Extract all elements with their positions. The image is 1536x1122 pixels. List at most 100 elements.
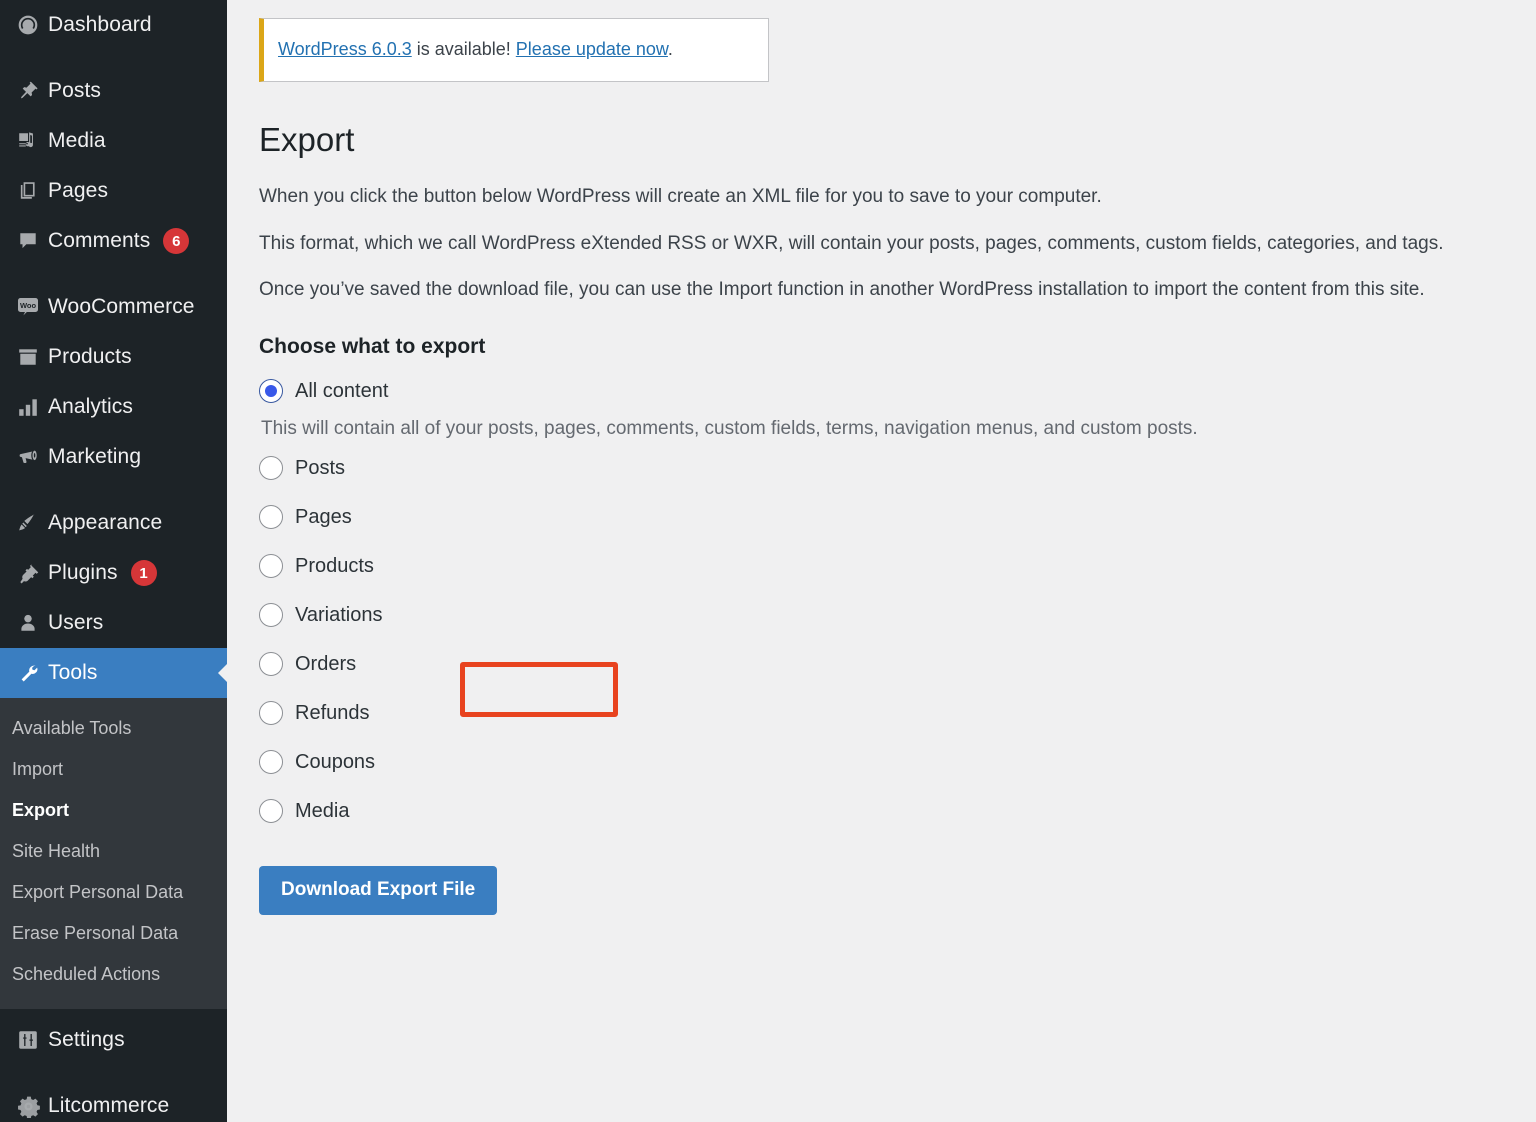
sidebar-item-plugins[interactable]: Plugins 1: [0, 548, 227, 598]
svg-text:Woo: Woo: [20, 301, 37, 310]
radio-option-media[interactable]: Media: [259, 787, 355, 836]
sidebar-separator: [0, 266, 227, 282]
sidebar-separator: [0, 50, 227, 66]
submenu-item-import[interactable]: Import: [0, 749, 227, 790]
radio-indicator: [259, 750, 283, 775]
sidebar-item-comments[interactable]: Comments 6: [0, 216, 227, 266]
sidebar-item-dashboard[interactable]: Dashboard: [0, 0, 227, 50]
sidebar-item-label: Comments: [48, 229, 151, 252]
radio-option-orders[interactable]: Orders: [259, 640, 362, 689]
radio-indicator: [259, 505, 283, 530]
sidebar-item-label: Analytics: [48, 395, 133, 418]
radio-label: Variations: [295, 603, 383, 626]
tools-icon: [8, 662, 48, 684]
admin-sidebar: Dashboard Posts Media Pages Comments 6 W…: [0, 0, 227, 1122]
choose-what-to-export-heading: Choose what to export: [259, 334, 486, 358]
submenu-item-site-health[interactable]: Site Health: [0, 831, 227, 872]
radio-option-all-content[interactable]: All content: [259, 367, 394, 416]
marketing-icon: [8, 446, 48, 468]
comment-icon: [8, 230, 48, 252]
plugins-icon: [8, 562, 48, 584]
main-content: WordPress 6.0.3 is available! Please upd…: [227, 0, 1536, 1122]
products-icon: [8, 346, 48, 368]
sidebar-item-products[interactable]: Products: [0, 332, 227, 382]
sidebar-item-label: Posts: [48, 79, 102, 102]
tools-submenu: Available Tools Import Export Site Healt…: [0, 698, 227, 1009]
export-description-2: This format, which we call WordPress eXt…: [259, 232, 1444, 254]
radio-option-posts[interactable]: Posts: [259, 444, 351, 493]
submenu-item-erase-personal-data[interactable]: Erase Personal Data: [0, 913, 227, 954]
sidebar-item-media[interactable]: Media: [0, 116, 227, 166]
radio-indicator: [259, 603, 283, 628]
radio-label: Refunds: [295, 701, 370, 724]
radio-label: Pages: [295, 505, 352, 528]
page-title: Export: [259, 120, 355, 158]
sidebar-item-label: Users: [48, 611, 104, 634]
sidebar-item-label: Marketing: [48, 445, 142, 468]
radio-option-products[interactable]: Products: [259, 542, 380, 591]
all-content-note: This will contain all of your posts, pag…: [261, 417, 1198, 439]
sidebar-separator: [0, 1065, 227, 1081]
download-export-file-button[interactable]: Download Export File: [259, 865, 498, 915]
settings-icon: [8, 1029, 48, 1051]
radio-indicator: [259, 701, 283, 726]
submenu-item-available-tools[interactable]: Available Tools: [0, 708, 227, 749]
radio-indicator: [259, 456, 283, 481]
woo-icon: Woo: [8, 295, 48, 319]
sidebar-item-woocommerce[interactable]: Woo WooCommerce: [0, 282, 227, 332]
radio-label: Products: [295, 554, 374, 577]
media-icon: [8, 130, 48, 152]
sidebar-item-appearance[interactable]: Appearance: [0, 498, 227, 548]
radio-indicator: [259, 652, 283, 677]
radio-label: Posts: [295, 456, 346, 479]
export-description-1: When you click the button below WordPres…: [259, 186, 1102, 208]
pages-icon: [8, 180, 48, 202]
submenu-item-export[interactable]: Export: [0, 790, 227, 831]
comments-count-badge: 6: [163, 228, 190, 254]
sidebar-item-label: Pages: [48, 179, 109, 202]
analytics-icon: [8, 396, 48, 418]
export-options-list: All content This will contain all of you…: [259, 367, 1536, 836]
radio-option-refunds[interactable]: Refunds: [259, 689, 376, 738]
update-notice: WordPress 6.0.3 is available! Please upd…: [259, 18, 769, 82]
sidebar-item-tools[interactable]: Tools: [0, 648, 227, 698]
sidebar-item-label: Tools: [48, 661, 98, 684]
sidebar-item-label: Products: [48, 345, 132, 368]
gear-icon: [8, 1095, 48, 1118]
radio-indicator: [259, 379, 283, 404]
radio-label: All content: [295, 379, 389, 402]
radio-label: Orders: [295, 652, 357, 675]
sidebar-item-label: Settings: [48, 1028, 125, 1051]
appearance-icon: [8, 512, 48, 534]
sidebar-item-marketing[interactable]: Marketing: [0, 432, 227, 482]
radio-option-pages[interactable]: Pages: [259, 493, 358, 542]
sidebar-item-label: Dashboard: [48, 13, 152, 36]
sidebar-item-analytics[interactable]: Analytics: [0, 382, 227, 432]
radio-label: Coupons: [295, 750, 376, 773]
submenu-item-export-personal-data[interactable]: Export Personal Data: [0, 872, 227, 913]
dashboard-icon: [8, 14, 48, 36]
sidebar-item-settings[interactable]: Settings: [0, 1015, 227, 1065]
notice-end-text: .: [667, 39, 673, 59]
radio-option-variations[interactable]: Variations: [259, 591, 388, 640]
radio-option-coupons[interactable]: Coupons: [259, 738, 381, 787]
sidebar-item-litcommerce[interactable]: Litcommerce: [0, 1081, 227, 1122]
sidebar-item-users[interactable]: Users: [0, 598, 227, 648]
sidebar-item-label: Plugins: [48, 561, 118, 584]
radio-indicator: [259, 554, 283, 579]
radio-label: Media: [295, 799, 350, 822]
users-icon: [8, 612, 48, 634]
radio-indicator: [259, 799, 283, 824]
plugins-count-badge: 1: [130, 560, 157, 586]
update-now-link[interactable]: Please update now: [516, 39, 668, 59]
sidebar-item-label: Litcommerce: [48, 1094, 170, 1117]
sidebar-item-pages[interactable]: Pages: [0, 166, 227, 216]
sidebar-item-label: Media: [48, 129, 106, 152]
sidebar-item-posts[interactable]: Posts: [0, 66, 227, 116]
export-description-3: Once you’ve saved the download file, you…: [259, 279, 1425, 301]
sidebar-item-label: WooCommerce: [48, 295, 195, 318]
wordpress-version-link[interactable]: WordPress 6.0.3: [278, 39, 412, 59]
notice-middle-text: is available!: [411, 39, 516, 59]
sidebar-separator: [0, 482, 227, 498]
submenu-item-scheduled-actions[interactable]: Scheduled Actions: [0, 954, 227, 995]
